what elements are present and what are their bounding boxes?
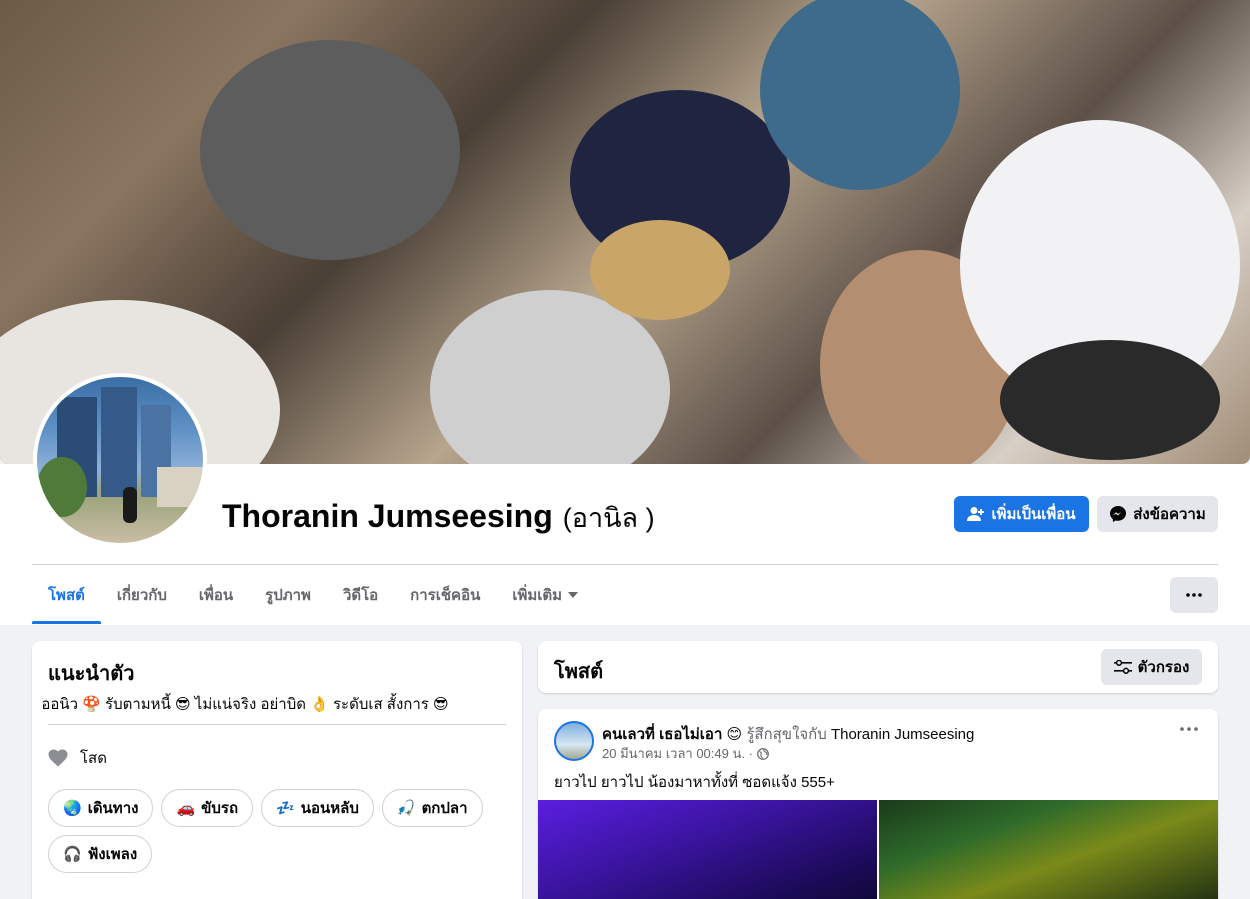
- tab-label: รูปภาพ: [265, 587, 311, 604]
- add-friend-label: เพิ่มเป็นเพื่อน: [991, 506, 1076, 523]
- tab-friends[interactable]: เพื่อน: [183, 566, 249, 624]
- post-feeling: รู้สึกสุขใจกับ: [746, 726, 827, 743]
- tab-about[interactable]: เกี่ยวกับ: [101, 566, 183, 624]
- more-dots-icon: [1186, 593, 1202, 597]
- hobby-chip[interactable]: 💤 นอนหลับ: [261, 789, 374, 827]
- add-friend-button[interactable]: เพิ่มเป็นเพื่อน: [954, 496, 1089, 532]
- hobby-emoji: 🚗: [176, 800, 196, 817]
- heart-icon: [48, 749, 68, 767]
- tab-photos[interactable]: รูปภาพ: [249, 566, 327, 624]
- post-date[interactable]: 20 มีนาคม เวลา 00:49 น. ·: [602, 743, 753, 764]
- hobby-chip[interactable]: 🚗 ขับรถ: [161, 789, 254, 827]
- tab-checkins[interactable]: การเช็คอิน: [394, 566, 496, 624]
- post-tagged-user[interactable]: Thoranin Jumseesing: [831, 726, 974, 743]
- hobby-chip[interactable]: 🎣 ตกปลา: [381, 789, 483, 827]
- post-author-name[interactable]: คนเลวที่ เธอไม่เอา: [602, 726, 722, 743]
- filter-button[interactable]: ตัวกรอง: [1101, 649, 1202, 685]
- hobby-label: นอนหลับ: [300, 800, 359, 817]
- hobby-emoji: 🌏: [63, 800, 82, 817]
- post-photo[interactable]: [879, 800, 1218, 899]
- relationship-status: โสด: [48, 746, 107, 770]
- profile-name: Thoranin Jumseesing: [222, 498, 553, 534]
- hobby-chip[interactable]: 🎧 ฟังเพลง: [48, 835, 153, 873]
- messenger-icon: [1109, 505, 1127, 523]
- hobby-label: ฟังเพลง: [87, 846, 138, 863]
- tab-posts[interactable]: โพสต์: [32, 566, 101, 624]
- filter-label: ตัวกรอง: [1137, 659, 1190, 676]
- profile-tabs: โพสต์ เกี่ยวกับ เพื่อน รูปภาพ วิดีโอ การ…: [32, 566, 594, 624]
- globe-icon: [757, 747, 769, 760]
- posts-header-card: โพสต์ ตัวกรอง: [538, 641, 1218, 693]
- hobby-label: เดินทาง: [87, 800, 139, 817]
- tab-label: เพิ่มเติม: [512, 587, 563, 604]
- message-button[interactable]: ส่งข้อความ: [1097, 496, 1218, 532]
- post-card: คนเลวที่ เธอไม่เอา 😊 รู้สึกสุขใจกับ Thor…: [538, 709, 1218, 899]
- post-author-avatar[interactable]: [554, 721, 594, 761]
- more-options-button[interactable]: [1170, 577, 1218, 613]
- filter-icon: [1113, 660, 1132, 674]
- tab-label: วิดีโอ: [342, 587, 379, 604]
- post-author-emoji: 😊: [726, 726, 743, 743]
- profile-avatar[interactable]: [33, 373, 207, 547]
- relationship-label: โสด: [80, 750, 107, 767]
- hobby-label: ขับรถ: [201, 800, 239, 817]
- tab-label: เกี่ยวกับ: [116, 587, 167, 604]
- hobby-emoji: 💤: [276, 800, 295, 817]
- hobby-emoji: 🎣: [396, 800, 416, 817]
- hobby-emoji: 🎧: [63, 846, 82, 863]
- tab-videos[interactable]: วิดีโอ: [327, 566, 394, 624]
- caret-down-icon: [568, 592, 579, 598]
- post-photo[interactable]: [538, 800, 877, 899]
- hobby-label: ตกปลา: [421, 800, 468, 817]
- more-dots-icon: [1180, 727, 1198, 731]
- profile-name-line: Thoranin Jumseesing (อานิล ): [222, 496, 655, 539]
- post-text: ยาวไป ยาวไป น้องมาหาทั้งที่ ซอดแจ้ง 555+: [554, 774, 835, 791]
- header-divider: [32, 564, 1218, 565]
- post-meta: 20 มีนาคม เวลา 00:49 น. ·: [602, 743, 769, 764]
- tab-label: โพสต์: [48, 587, 85, 604]
- tab-more[interactable]: เพิ่มเติม: [496, 566, 594, 624]
- hobby-chip[interactable]: 🌏 เดินทาง: [48, 789, 154, 827]
- intro-title: แนะนำตัว: [48, 663, 135, 685]
- posts-title: โพสต์: [554, 661, 604, 683]
- profile-alt-name: (อานิล ): [562, 503, 655, 533]
- tab-label: การเช็คอิน: [410, 587, 481, 604]
- intro-bio: ออนิว 🍄 รับตามหนี้ 😎 ไม่แน่จริง อย่าบิด …: [41, 696, 449, 713]
- add-friend-icon: [967, 506, 985, 522]
- hobbies-list: 🌏 เดินทาง 🚗 ขับรถ 💤 นอนหลับ 🎣 ตกปลา 🎧 ฟังเพลง: [48, 789, 508, 873]
- tab-label: เพื่อน: [198, 587, 234, 604]
- intro-divider: [48, 724, 506, 725]
- cover-photo[interactable]: [0, 0, 1250, 464]
- post-options-button[interactable]: [1180, 727, 1198, 731]
- message-label: ส่งข้อความ: [1133, 506, 1206, 523]
